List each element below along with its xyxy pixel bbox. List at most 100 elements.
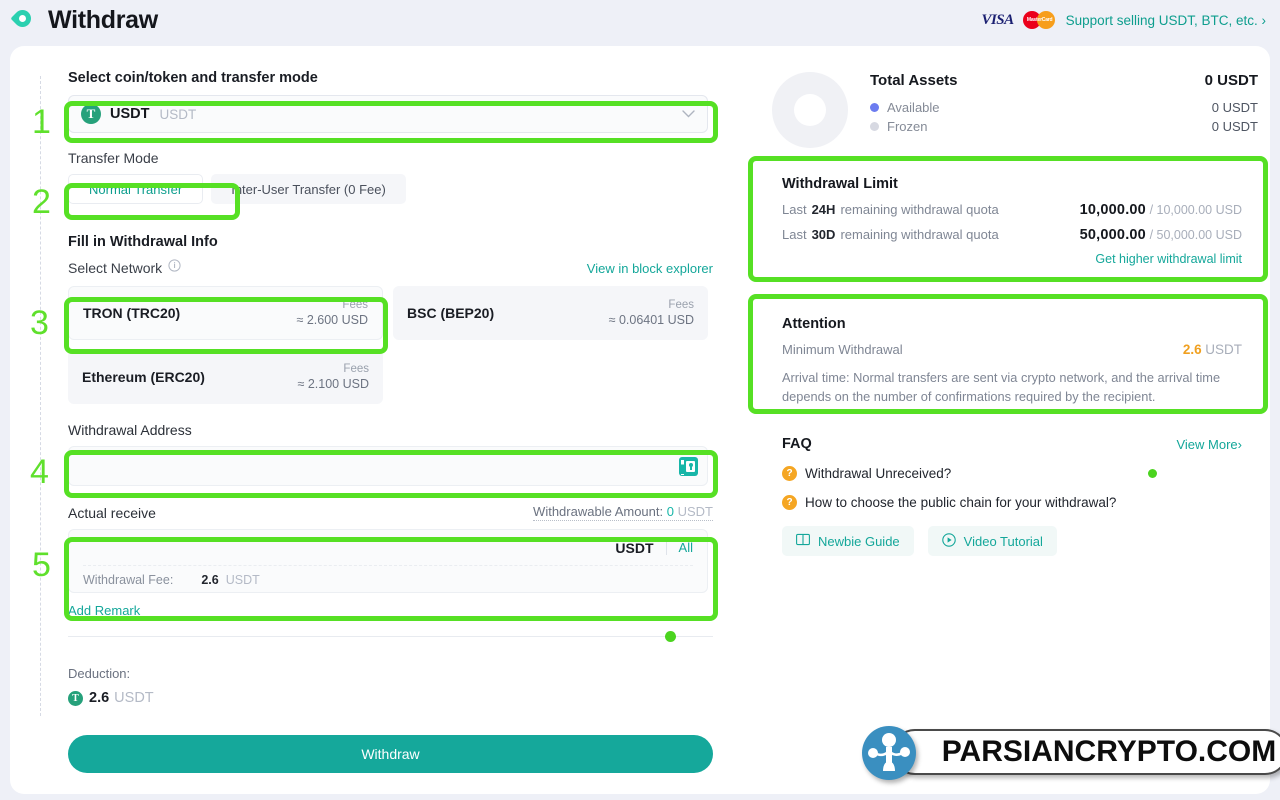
view-in-block-explorer-link[interactable]: View in block explorer (587, 261, 713, 276)
network-fee-label: Fees (668, 299, 694, 311)
annotation-step-2: 2 (32, 183, 51, 221)
mode-normal-transfer[interactable]: Normal Transfer (68, 174, 204, 204)
video-tutorial-label: Video Tutorial (963, 533, 1043, 549)
amount-unit: USDT (615, 539, 654, 556)
page-title: Withdraw (48, 5, 158, 34)
mode-inter-user-transfer[interactable]: Inter-User Transfer (0 Fee) (211, 174, 406, 204)
play-circle-icon (941, 532, 956, 550)
network-list: TRON (TRC20) Fees ≈ 2.600 USD BSC (BEP20… (68, 286, 728, 404)
usdt-token-icon: T (68, 690, 83, 706)
minimum-withdrawal-value: 2.6 (1182, 342, 1202, 357)
withdrawal-address-field[interactable] (68, 446, 708, 486)
chevron-right-icon: › (1261, 12, 1267, 28)
mastercard-icon: MasterCard (1022, 10, 1057, 30)
actual-receive-label: Actual receive (68, 505, 156, 521)
annotation-step-5: 5 (32, 546, 51, 584)
network-option-bsc[interactable]: BSC (BEP20) Fees ≈ 0.06401 USD (393, 286, 708, 340)
network-fee-label: Fees (342, 299, 368, 311)
newbie-guide-button[interactable]: Newbie Guide (782, 526, 914, 556)
support-selling-label: Support selling USDT, BTC, etc. (1065, 12, 1258, 28)
select-network-label: Select Network (68, 260, 163, 276)
minimum-withdrawal-label: Minimum Withdrawal (782, 342, 903, 357)
top-bar: Withdraw VISA MasterCard Support selling… (0, 0, 1280, 40)
limit-total: / 10,000.00 USD (1149, 203, 1242, 217)
coin-select[interactable]: T USDT USDT (68, 95, 708, 133)
info-panel: Total Assets 0 USDT Available 0 USDT Fro… (766, 46, 1270, 556)
withdrawal-fee-unit: USDT (225, 572, 260, 587)
asset-label: Available (887, 100, 940, 115)
network-fee-value: ≈ 0.06401 USD (608, 313, 694, 327)
withdrawal-address-label: Withdrawal Address (68, 422, 192, 438)
limit-row-24h: Last 24H remaining withdrawal quota 10,0… (782, 202, 1242, 218)
step-2-header: 2 Fill in Withdrawal Info (68, 234, 760, 250)
video-tutorial-button[interactable]: Video Tutorial (927, 526, 1057, 556)
network-fee: Fees ≈ 2.600 USD (297, 298, 368, 328)
coin-subtitle: USDT (159, 106, 197, 122)
amount-all-button[interactable]: All (679, 540, 693, 555)
legend-dot-icon (870, 103, 879, 112)
app-logo-icon (10, 6, 36, 31)
get-higher-limit-link[interactable]: Get higher withdrawal limit (782, 252, 1242, 266)
attention-title: Attention (782, 316, 846, 332)
mastercard-label: MasterCard (1026, 17, 1053, 23)
total-assets-row: Total Assets 0 USDT (870, 72, 1258, 89)
step-1-header: 1 Select coin/token and transfer mode (68, 70, 760, 86)
asset-label: Frozen (887, 119, 928, 134)
select-network-row: Select Network View in block explorer (68, 259, 713, 277)
network-name: TRON (TRC20) (83, 305, 181, 321)
faq-view-more-link[interactable]: View More› (1176, 437, 1242, 452)
limit-values: 50,000.00 / 50,000.00 USD (1080, 227, 1242, 243)
newbie-guide-label: Newbie Guide (818, 533, 900, 549)
amount-input-row[interactable]: USDT All (83, 530, 693, 566)
question-icon: ? (782, 495, 797, 510)
network-option-tron[interactable]: TRON (TRC20) Fees ≈ 2.600 USD (68, 286, 383, 340)
deduction-label: Deduction: (68, 666, 131, 681)
watermark-badge: PARSIANCRYPTO.COM (892, 729, 1280, 775)
total-assets-section: Total Assets 0 USDT Available 0 USDT Fro… (766, 70, 1258, 148)
limit-prefix: Last (782, 227, 807, 242)
faq-item-choose-public-chain[interactable]: ? How to choose the public chain for you… (782, 495, 1242, 510)
network-name: Ethereum (ERC20) (82, 369, 205, 385)
annotation-step-1: 1 (32, 103, 51, 141)
annotation-step-3: 3 (30, 304, 49, 342)
limit-period: 24H (811, 202, 836, 217)
guide-buttons: Newbie Guide Video Tutorial (782, 526, 1242, 556)
minimum-withdrawal-value-group: 2.6 USDT (1183, 342, 1242, 357)
withdrawal-fee-row: Withdrawal Fee: 2.6 USDT (83, 566, 693, 593)
transfer-mode-group: Normal Transfer Inter-User Transfer (0 F… (68, 174, 760, 204)
legend-dot-icon (870, 122, 879, 131)
amount-slider[interactable] (68, 630, 713, 644)
parsiancrypto-logo-icon (862, 726, 916, 780)
network-name: BSC (BEP20) (407, 305, 495, 321)
faq-item-withdrawal-unreceived[interactable]: ? Withdrawal Unreceived? (782, 466, 1242, 481)
asset-value: 0 USDT (1211, 119, 1258, 134)
add-remark-link[interactable]: Add Remark (68, 603, 760, 618)
minimum-withdrawal-row: Minimum Withdrawal 2.6 USDT (782, 342, 1242, 357)
faq-title: FAQ (782, 436, 812, 452)
withdrawable-amount-value: 0 (666, 504, 674, 519)
amount-box: USDT All Withdrawal Fee: 2.6 USDT (68, 529, 708, 593)
chevron-down-icon (682, 107, 695, 121)
network-option-ethereum[interactable]: Ethereum (ERC20) Fees ≈ 2.100 USD (68, 350, 383, 404)
watermark-text: PARSIANCRYPTO.COM (941, 735, 1277, 768)
limit-remaining: 50,000.00 (1079, 227, 1146, 243)
withdraw-form: 1 Select coin/token and transfer mode T … (10, 46, 760, 794)
withdrawal-fee-value: 2.6 (201, 572, 219, 587)
limit-values: 10,000.00 / 10,000.00 USD (1080, 202, 1242, 218)
withdrawable-amount-label: Withdrawable Amount: (533, 504, 664, 519)
address-book-icon[interactable] (679, 456, 698, 476)
withdraw-button[interactable]: Withdraw (68, 735, 713, 773)
minimum-withdrawal-unit: USDT (1205, 342, 1242, 357)
limit-period: 30D (811, 227, 836, 242)
withdrawal-fee-label: Withdrawal Fee: (83, 572, 174, 587)
deduction-value: 2.6 (89, 690, 110, 706)
info-icon[interactable] (168, 259, 181, 277)
slider-handle[interactable] (665, 631, 676, 642)
network-fee: Fees ≈ 2.100 USD (298, 362, 369, 392)
step-2-title: Fill in Withdrawal Info (68, 234, 218, 250)
network-fee-value: ≈ 2.600 USD (296, 313, 368, 327)
withdrawal-limit-title: Withdrawal Limit (782, 176, 898, 192)
faq-item-label: How to choose the public chain for your … (805, 495, 1117, 510)
total-assets-label: Total Assets (870, 72, 958, 89)
support-selling-link[interactable]: Support selling USDT, BTC, etc. › (1066, 13, 1266, 28)
